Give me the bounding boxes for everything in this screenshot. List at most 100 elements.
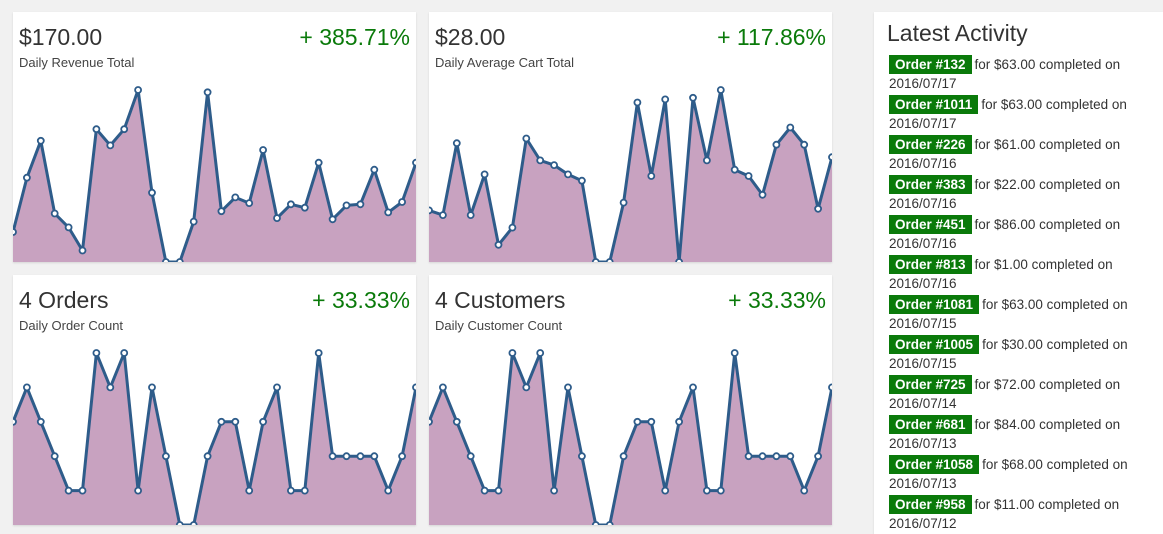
- sparkline-point: [675, 258, 683, 262]
- activity-item: Order #451 for $86.00 completed on 2016/0…: [889, 215, 1151, 255]
- order-badge[interactable]: Order #958: [889, 495, 972, 514]
- sparkline-point: [814, 204, 823, 213]
- sparkline-point: [758, 452, 767, 461]
- sparkline-point: [384, 486, 393, 495]
- activity-item: Order #1081 for $63.00 completed on 2016/…: [889, 295, 1151, 335]
- sparkline-point: [412, 158, 416, 167]
- sparkline-point: [259, 146, 268, 154]
- sparkline-point: [647, 172, 656, 180]
- sparkline-point: [800, 140, 809, 149]
- sparkline-point: [92, 349, 101, 357]
- sparkline-point: [245, 486, 254, 495]
- sparkline-point: [522, 383, 531, 392]
- order-badge[interactable]: Order #813: [889, 255, 972, 274]
- sparkline-point: [412, 383, 416, 392]
- sparkline-point: [203, 88, 212, 97]
- order-badge[interactable]: Order #451: [889, 215, 972, 234]
- order-badge[interactable]: Order #725: [889, 375, 972, 394]
- activity-item: Order #725 for $72.00 completed on 2016/0…: [889, 375, 1151, 415]
- sparkline-point: [550, 161, 558, 170]
- sparkline-point: [619, 452, 628, 461]
- activity-item: Order #132 for $63.00 completed on 2016/0…: [889, 55, 1151, 95]
- sparkline-point: [64, 486, 73, 495]
- order-badge[interactable]: Order #226: [889, 135, 972, 154]
- sparkline-point: [480, 170, 489, 179]
- sparkline-point: [314, 158, 323, 167]
- activity-title: Latest Activity: [887, 20, 1028, 46]
- sparkline-point: [148, 383, 156, 392]
- sparkline-point: [591, 521, 600, 525]
- sparkline-point: [64, 223, 73, 232]
- sparkline-point: [647, 417, 656, 426]
- order-badge[interactable]: Order #1005: [889, 335, 980, 354]
- sparkline-point: [273, 383, 281, 392]
- sparkline-point: [730, 165, 739, 174]
- sparkline-point: [36, 136, 45, 145]
- sparkline-point: [203, 452, 212, 461]
- activity-item: Order #226 for $61.00 completed on 2016/0…: [889, 135, 1151, 175]
- orders-sparkline: [13, 349, 416, 525]
- sparkline-point: [245, 199, 254, 208]
- sparkline-point: [605, 521, 614, 525]
- sparkline-point: [564, 170, 572, 179]
- order-badge[interactable]: Order #1058: [889, 455, 980, 474]
- sparkline-point: [452, 417, 461, 426]
- sparkline-point: [758, 190, 767, 199]
- sparkline-point: [300, 203, 309, 212]
- sparkline-point: [633, 98, 642, 107]
- sparkline-point: [675, 417, 684, 426]
- sparkline-point: [22, 383, 31, 392]
- sparkline-point: [217, 417, 226, 426]
- sparkline-point: [50, 452, 59, 461]
- sparkline-point: [800, 486, 809, 495]
- sparkline-point: [577, 176, 586, 185]
- sparkline-point: [370, 452, 379, 461]
- order-badge[interactable]: Order #383: [889, 175, 972, 194]
- sparkline-point: [452, 139, 461, 148]
- sparkline-point: [356, 452, 365, 461]
- sparkline-point: [661, 95, 670, 104]
- sparkline-point: [13, 417, 17, 426]
- sparkline-point: [619, 198, 628, 207]
- sparkline-point: [36, 417, 45, 426]
- order-badge[interactable]: Order #1081: [889, 295, 980, 314]
- activity-item: Order #1005 for $30.00 completed on 2016/…: [889, 335, 1151, 375]
- activity-item: Order #383 for $22.00 completed on 2016/0…: [889, 175, 1151, 215]
- sparkline-point: [522, 134, 531, 143]
- order-badge[interactable]: Order #1011: [889, 95, 979, 114]
- activity-item: Order #1058 for $68.00 completed on 2016/…: [889, 455, 1151, 495]
- sparkline-point: [702, 486, 711, 495]
- order-badge[interactable]: Order #132: [889, 55, 972, 74]
- activity-list: Order #132 for $63.00 completed on 2016/0…: [889, 55, 1151, 534]
- sparkline-point: [605, 258, 614, 262]
- customers-sparkline: [429, 349, 832, 525]
- latest-activity-panel: Latest Activity Order #132 for $63.00 com…: [874, 12, 1163, 534]
- sparkline-point: [577, 452, 586, 461]
- sparkline-point: [508, 223, 517, 232]
- sparkline-point: [689, 383, 697, 392]
- sparkline-point: [328, 215, 337, 224]
- sparkline-point: [466, 452, 475, 461]
- sparkline-point: [550, 486, 558, 495]
- sparkline-point: [189, 217, 198, 226]
- sparkline-point: [716, 86, 725, 94]
- sparkline-point: [814, 452, 823, 461]
- activity-item: Order #681 for $84.00 completed on 2016/0…: [889, 415, 1151, 455]
- sparkline-point: [106, 141, 115, 150]
- sparkline-point: [536, 156, 545, 165]
- order-badge[interactable]: Order #681: [889, 415, 972, 434]
- sparkline-point: [828, 383, 832, 392]
- sparkline-point: [314, 349, 323, 357]
- sparkline-point: [429, 206, 433, 215]
- sparkline-point: [78, 486, 87, 495]
- sparkline-point: [730, 349, 739, 357]
- sparkline-point: [161, 452, 170, 461]
- sparkline-point: [828, 153, 832, 162]
- sparkline-point: [342, 201, 351, 210]
- sparkline-point: [716, 486, 725, 495]
- sparkline-point: [175, 258, 184, 262]
- sparkline-point: [494, 240, 503, 249]
- sparkline-point: [300, 486, 309, 495]
- sparkline-point: [398, 452, 407, 461]
- sparkline-point: [438, 383, 447, 392]
